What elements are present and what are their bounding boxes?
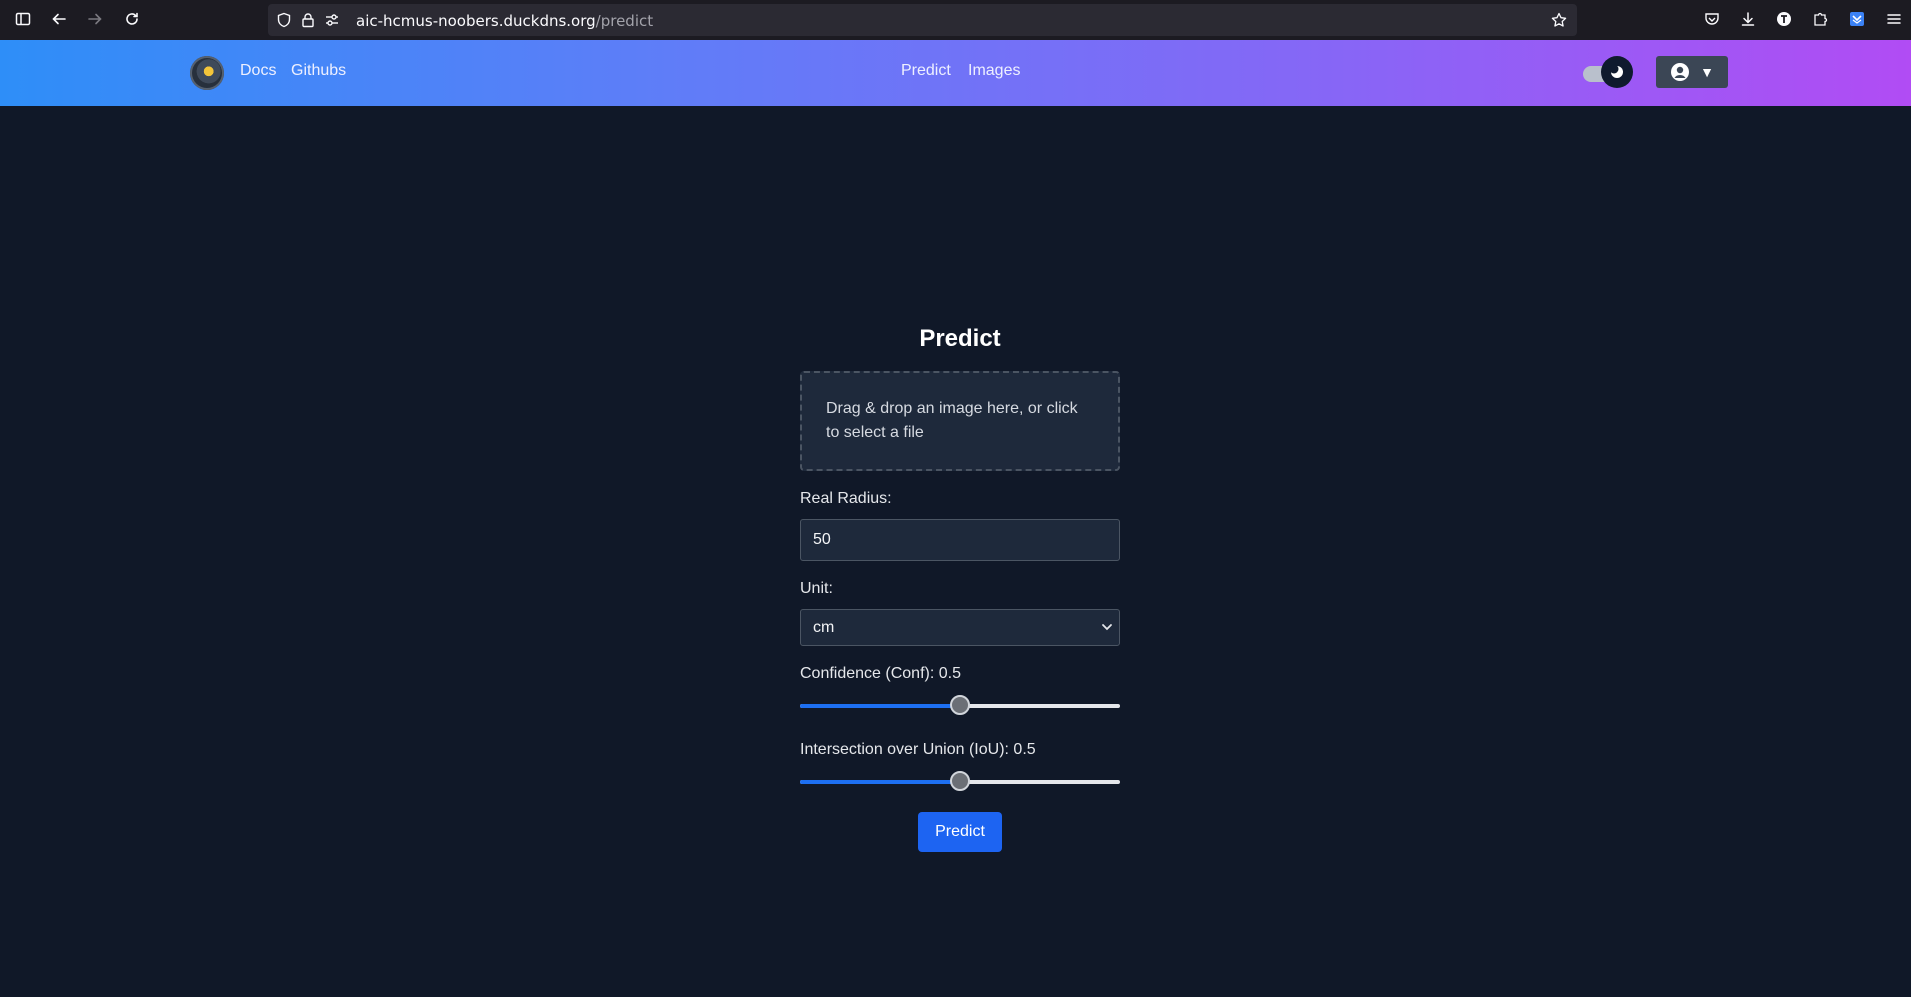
site-logo[interactable] <box>190 56 224 90</box>
reload-icon[interactable] <box>120 7 144 31</box>
chevron-down-icon <box>1101 610 1113 659</box>
caret-down-icon: ▼ <box>1700 64 1714 80</box>
slider-fill <box>800 780 960 784</box>
unit-label: Unit: <box>800 580 833 597</box>
url-path: /predict <box>595 12 654 30</box>
nav-link-predict[interactable]: Predict <box>901 62 951 80</box>
extensions-puzzle-icon[interactable] <box>1808 7 1832 31</box>
download-icon[interactable] <box>1736 7 1760 31</box>
forward-arrow-icon[interactable] <box>83 7 107 31</box>
address-bar[interactable]: aic-hcmus-noobers.duckdns.org/predict <box>268 4 1577 36</box>
confidence-label: Confidence (Conf): 0.5 <box>800 665 961 682</box>
image-dropzone[interactable]: Drag & drop an image here, or click to s… <box>800 371 1120 471</box>
slider-thumb[interactable] <box>950 695 970 715</box>
nav-link-docs[interactable]: Docs <box>240 62 276 80</box>
url-text[interactable]: aic-hcmus-noobers.duckdns.org/predict <box>356 12 653 30</box>
theme-toggle[interactable] <box>1583 56 1633 88</box>
permissions-icon[interactable] <box>324 12 340 28</box>
predict-submit-button[interactable]: Predict <box>918 812 1002 852</box>
iou-label: Intersection over Union (IoU): 0.5 <box>800 741 1036 758</box>
menu-hamburger-icon[interactable] <box>1882 7 1906 31</box>
nav-link-githubs[interactable]: Githubs <box>291 62 346 80</box>
container-extension-icon[interactable] <box>1845 7 1869 31</box>
bookmark-star-icon[interactable] <box>1551 12 1567 28</box>
lock-icon[interactable] <box>300 12 316 28</box>
sidebar-toggle-icon[interactable] <box>11 7 35 31</box>
user-menu-button[interactable]: ▼ <box>1656 56 1728 88</box>
shield-icon[interactable] <box>276 12 292 28</box>
browser-toolbar: aic-hcmus-noobers.duckdns.org/predict <box>0 0 1911 40</box>
iou-slider[interactable] <box>800 771 1120 793</box>
slider-fill <box>800 704 960 708</box>
radius-input[interactable]: 50 <box>800 519 1120 561</box>
moon-icon <box>1601 56 1633 88</box>
slider-thumb[interactable] <box>950 771 970 791</box>
unit-select[interactable]: cm <box>800 609 1120 646</box>
user-avatar-icon <box>1671 63 1690 81</box>
back-arrow-icon[interactable] <box>47 7 71 31</box>
dropzone-text: Drag & drop an image here, or click to s… <box>826 400 1078 441</box>
pocket-icon[interactable] <box>1700 7 1724 31</box>
page-title: Predict <box>919 325 1001 352</box>
confidence-slider[interactable] <box>800 695 1120 717</box>
translate-extension-icon[interactable] <box>1772 7 1796 31</box>
nav-link-images[interactable]: Images <box>968 62 1020 80</box>
unit-selected-value: cm <box>813 619 835 636</box>
site-navbar: Docs Githubs Predict Images ▼ <box>0 40 1911 106</box>
url-host: aic-hcmus-noobers.duckdns.org <box>356 12 596 30</box>
radius-label: Real Radius: <box>800 490 892 507</box>
